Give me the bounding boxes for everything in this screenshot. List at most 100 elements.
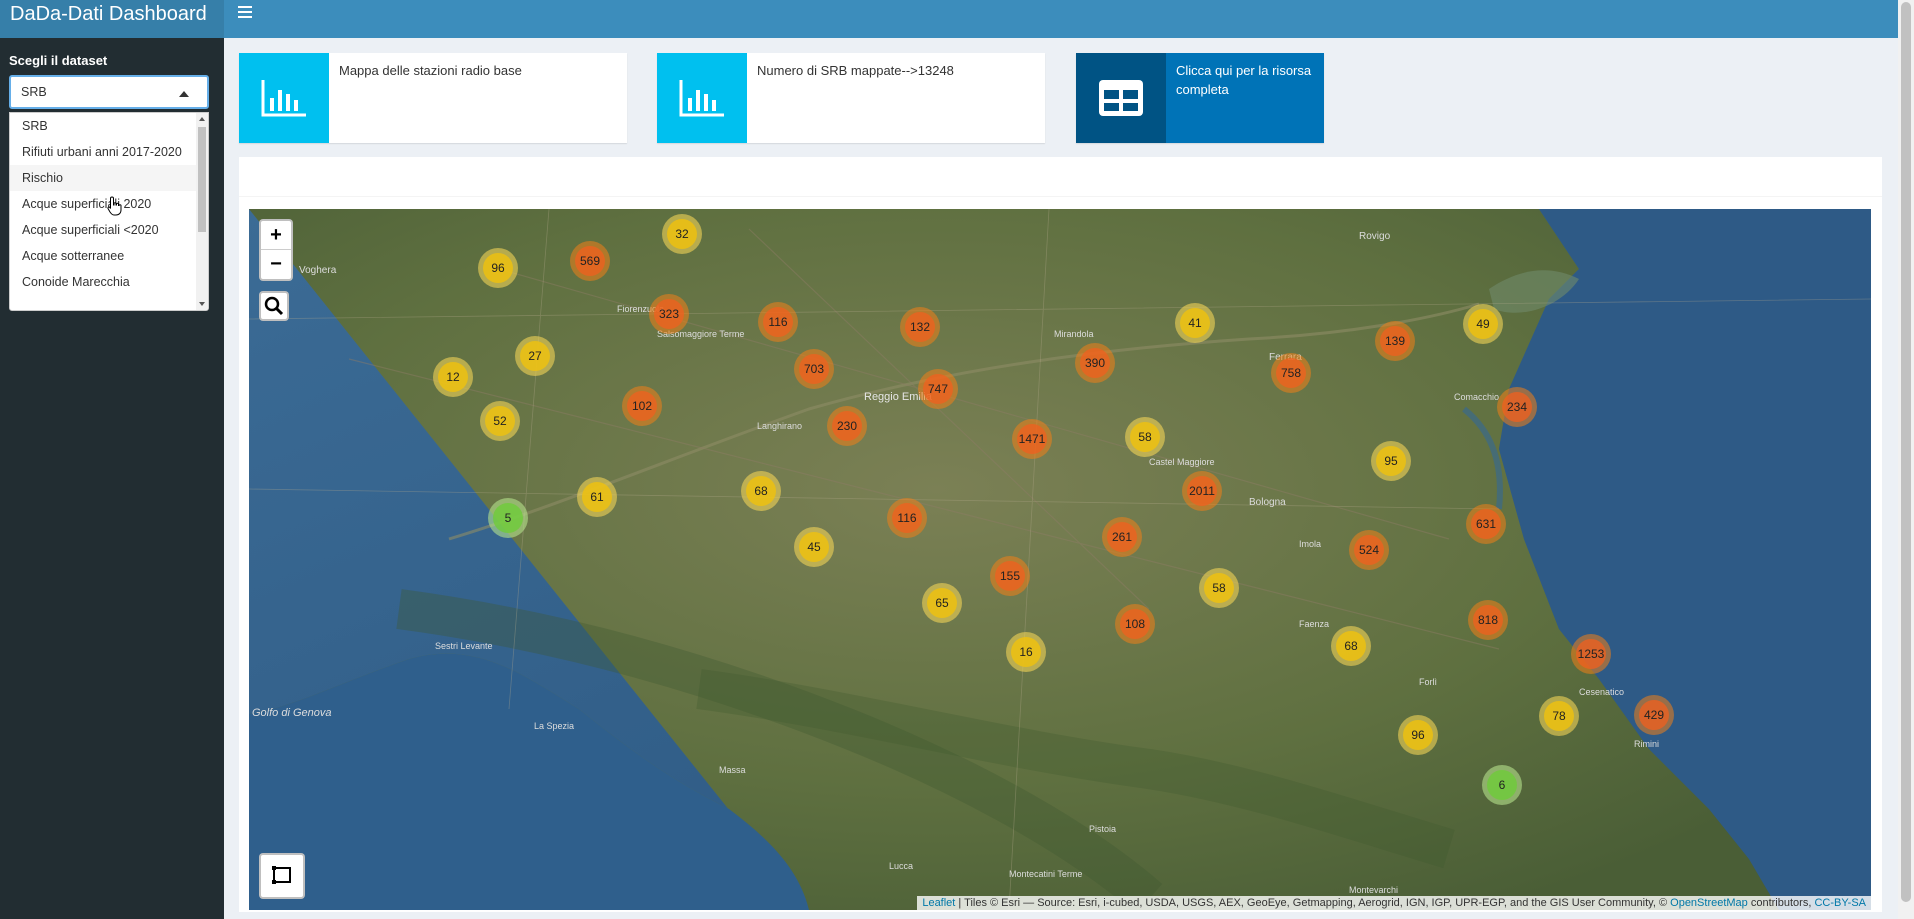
dataset-select-input[interactable]: SRB — [9, 75, 209, 109]
marker-cluster[interactable]: 27 — [515, 336, 555, 376]
marker-cluster[interactable]: 703 — [794, 349, 834, 389]
scroll-up-icon[interactable] — [199, 117, 205, 121]
dataset-option-rifiuti[interactable]: Rifiuti urbani anni 2017-2020 — [10, 139, 208, 165]
marker-cluster[interactable]: 1253 — [1571, 634, 1611, 674]
cluster-count: 16 — [1011, 637, 1041, 667]
zoom-out-button[interactable]: − — [261, 250, 291, 279]
zoom-in-button[interactable]: + — [261, 221, 291, 250]
leaflet-link[interactable]: Leaflet — [922, 897, 955, 909]
marker-cluster[interactable]: 96 — [1398, 715, 1438, 755]
cluster-count: 58 — [1130, 422, 1160, 452]
marker-cluster[interactable]: 139 — [1375, 321, 1415, 361]
marker-cluster[interactable]: 96 — [478, 248, 518, 288]
cluster-count: 96 — [1403, 720, 1433, 750]
marker-cluster[interactable]: 65 — [922, 583, 962, 623]
marker-cluster[interactable]: 155 — [990, 556, 1030, 596]
cluster-count: 6 — [1487, 770, 1517, 800]
cluster-count: 41 — [1180, 308, 1210, 338]
marker-cluster[interactable]: 52 — [480, 401, 520, 441]
marker-cluster[interactable]: 102 — [622, 386, 662, 426]
cluster-count: 132 — [905, 312, 935, 342]
scroll-thumb[interactable] — [198, 127, 206, 232]
place-label: Rovigo — [1359, 231, 1391, 242]
place-label: Mirandola — [1054, 329, 1094, 339]
cluster-count: 524 — [1354, 535, 1384, 565]
full-resource-link[interactable]: Clicca qui per la risorsa completa — [1076, 53, 1324, 143]
page-scrollbar[interactable] — [1898, 0, 1914, 919]
map-canvas[interactable]: + − Voghera Rovigo Ferrara Reggio Emilia… — [249, 209, 1871, 910]
cluster-count: 61 — [582, 482, 612, 512]
marker-cluster[interactable]: 6 — [1482, 765, 1522, 805]
draw-rectangle-button[interactable] — [259, 853, 305, 899]
license-link[interactable]: CC-BY-SA — [1814, 897, 1866, 909]
page-scroll-thumb[interactable] — [1901, 2, 1911, 902]
marker-cluster[interactable]: 16 — [1006, 632, 1046, 672]
marker-cluster[interactable]: 12 — [433, 357, 473, 397]
scroll-down-icon[interactable] — [199, 302, 205, 306]
marker-cluster[interactable]: 2011 — [1182, 471, 1222, 511]
marker-cluster[interactable]: 524 — [1349, 530, 1389, 570]
marker-cluster[interactable]: 32 — [662, 214, 702, 254]
place-label: Bologna — [1249, 497, 1286, 508]
marker-cluster[interactable]: 108 — [1115, 604, 1155, 644]
place-label: Imola — [1299, 539, 1322, 549]
marker-cluster[interactable]: 95 — [1371, 441, 1411, 481]
marker-cluster[interactable]: 58 — [1199, 568, 1239, 608]
map-box-header — [239, 157, 1882, 197]
marker-cluster[interactable]: 5 — [488, 498, 528, 538]
marker-cluster[interactable]: 45 — [794, 527, 834, 567]
cluster-count: 2011 — [1187, 476, 1217, 506]
cluster-count: 96 — [483, 253, 513, 283]
marker-cluster[interactable]: 116 — [887, 498, 927, 538]
full-resource-text[interactable]: Clicca qui per la risorsa completa — [1176, 61, 1316, 99]
chevron-up-icon — [179, 91, 189, 97]
place-label: Voghera — [299, 265, 337, 276]
cluster-count: 116 — [763, 307, 793, 337]
infobox-count-text: Numero di SRB mappate-->13248 — [757, 63, 954, 78]
marker-cluster[interactable]: 234 — [1497, 387, 1537, 427]
marker-cluster[interactable]: 818 — [1468, 600, 1508, 640]
marker-cluster[interactable]: 58 — [1125, 417, 1165, 457]
map-search-button[interactable] — [259, 291, 289, 321]
marker-cluster[interactable]: 230 — [827, 406, 867, 446]
place-label: Rimini — [1634, 739, 1660, 749]
marker-cluster[interactable]: 758 — [1271, 353, 1311, 393]
osm-link[interactable]: OpenStreetMap — [1670, 897, 1748, 909]
dataset-select-label: Scegli il dataset — [9, 53, 108, 68]
marker-cluster[interactable]: 390 — [1075, 343, 1115, 383]
place-label: Castel Maggiore — [1149, 457, 1215, 467]
map-attribution: Leaflet | Tiles © Esri — Source: Esri, i… — [917, 896, 1871, 910]
marker-cluster[interactable]: 116 — [758, 302, 798, 342]
dataset-option-acque-superficiali-pre2020[interactable]: Acque superficiali <2020 — [10, 217, 208, 243]
bar-chart-icon — [657, 53, 747, 143]
marker-cluster[interactable]: 569 — [570, 241, 610, 281]
place-label: Lucca — [889, 861, 914, 871]
cluster-count: 49 — [1468, 309, 1498, 339]
marker-cluster[interactable]: 747 — [918, 369, 958, 409]
marker-cluster[interactable]: 68 — [1331, 626, 1371, 666]
app-title[interactable]: DaDa-Dati Dashboard — [0, 0, 224, 38]
dataset-option-srb[interactable]: SRB — [10, 113, 208, 139]
marker-cluster[interactable]: 78 — [1539, 696, 1579, 736]
dropdown-scrollbar[interactable] — [196, 113, 208, 310]
place-label: Montevarchi — [1349, 885, 1399, 895]
marker-cluster[interactable]: 41 — [1175, 303, 1215, 343]
marker-cluster[interactable]: 49 — [1463, 304, 1503, 344]
cluster-count: 78 — [1544, 701, 1574, 731]
marker-cluster[interactable]: 61 — [577, 477, 617, 517]
hamburger-icon[interactable] — [238, 6, 252, 20]
marker-cluster[interactable]: 132 — [900, 307, 940, 347]
infobox-map: Mappa delle stazioni radio base — [239, 53, 627, 143]
marker-cluster[interactable]: 1471 — [1012, 419, 1052, 459]
cluster-count: 68 — [1336, 631, 1366, 661]
marker-cluster[interactable]: 323 — [649, 294, 689, 334]
cluster-count: 68 — [746, 476, 776, 506]
marker-cluster[interactable]: 261 — [1102, 517, 1142, 557]
dataset-option-acque-sotterranee[interactable]: Acque sotterranee — [10, 243, 208, 269]
dataset-option-rischio[interactable]: Rischio — [10, 165, 208, 191]
marker-cluster[interactable]: 68 — [741, 471, 781, 511]
dataset-option-conoide-marecchia[interactable]: Conoide Marecchia — [10, 269, 208, 295]
cluster-count: 569 — [575, 246, 605, 276]
marker-cluster[interactable]: 429 — [1634, 695, 1674, 735]
marker-cluster[interactable]: 631 — [1466, 504, 1506, 544]
